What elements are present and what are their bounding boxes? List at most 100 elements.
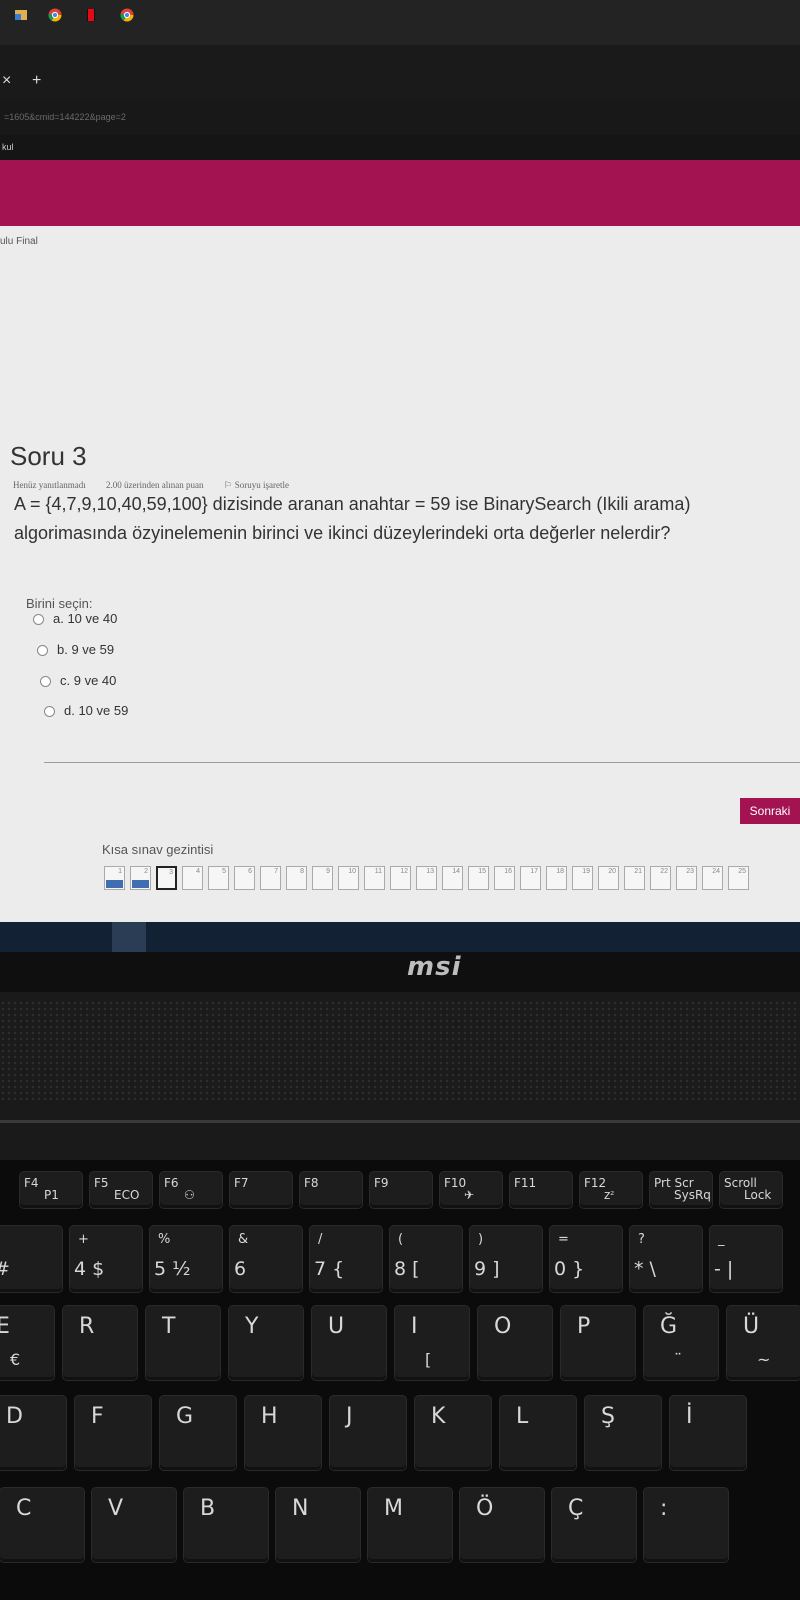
letter-key-u[interactable]: U: [312, 1306, 386, 1380]
question-status: Henüz yanıtlanmadı: [13, 480, 86, 490]
letter-key-g[interactable]: G: [160, 1396, 236, 1470]
key-f8[interactable]: F8: [300, 1172, 362, 1208]
answer-option-c[interactable]: c. 9 ve 40: [40, 673, 116, 688]
flag-question-link[interactable]: ⚐ Soruyu işaretle: [224, 480, 307, 490]
radio-button[interactable]: [44, 706, 55, 718]
key-f5[interactable]: F5 ECO: [90, 1172, 152, 1208]
quiz-nav-button-2[interactable]: 2: [130, 866, 151, 890]
address-bar[interactable]: =1605&cmid=144222&page=2: [0, 100, 800, 135]
letter-key-k[interactable]: K: [415, 1396, 491, 1470]
key-label: E: [0, 1314, 10, 1339]
letter-key-v[interactable]: V: [92, 1488, 176, 1562]
radio-button[interactable]: [40, 676, 51, 688]
quiz-nav-button-9[interactable]: 9: [312, 866, 333, 890]
letter-key-e[interactable]: E €: [0, 1306, 54, 1380]
quiz-nav-button-16[interactable]: 16: [494, 866, 515, 890]
quiz-nav-button-25[interactable]: 25: [728, 866, 749, 890]
quiz-nav-button-24[interactable]: 24: [702, 866, 723, 890]
quiz-nav-button-1[interactable]: 1: [104, 866, 125, 890]
letter-key-:[interactable]: :: [644, 1488, 728, 1562]
radio-button[interactable]: [33, 614, 44, 626]
letter-key-d[interactable]: D: [0, 1396, 66, 1470]
breadcrumb[interactable]: ulu Final: [0, 236, 38, 247]
key-f12[interactable]: F12 zᶻ: [580, 1172, 642, 1208]
chrome-icon[interactable]: [120, 8, 134, 22]
letter-key-c[interactable]: C: [0, 1488, 84, 1562]
next-button[interactable]: Sonraki: [740, 798, 800, 824]
letter-key-y[interactable]: Y: [229, 1306, 303, 1380]
answer-option-d[interactable]: d. 10 ve 59: [44, 703, 128, 718]
quiz-nav-button-21[interactable]: 21: [624, 866, 645, 890]
quiz-nav-button-23[interactable]: 23: [676, 866, 697, 890]
letter-key-b[interactable]: B: [184, 1488, 268, 1562]
quiz-nav-button-14[interactable]: 14: [442, 866, 463, 890]
letter-key-f[interactable]: F: [75, 1396, 151, 1470]
number-key[interactable]: +4 $: [70, 1226, 142, 1292]
key-shift-label: =: [558, 1232, 569, 1247]
number-key[interactable]: _ - |: [710, 1226, 782, 1292]
quiz-nav-button-15[interactable]: 15: [468, 866, 489, 890]
quiz-nav-button-3[interactable]: 3: [156, 866, 177, 890]
number-key[interactable]: ? * \: [630, 1226, 702, 1292]
netflix-icon[interactable]: [84, 8, 98, 22]
quiz-nav-button-11[interactable]: 11: [364, 866, 385, 890]
taskbar-active-app[interactable]: [112, 922, 146, 952]
quiz-nav-button-13[interactable]: 13: [416, 866, 437, 890]
quiz-nav-button-22[interactable]: 22: [650, 866, 671, 890]
quiz-nav-button-8[interactable]: 8: [286, 866, 307, 890]
quiz-nav-button-6[interactable]: 6: [234, 866, 255, 890]
number-key[interactable]: / 7 {: [310, 1226, 382, 1292]
letter-key-ğ[interactable]: Ğ ¨: [644, 1306, 718, 1380]
letter-key-n[interactable]: N: [276, 1488, 360, 1562]
bookmark-item[interactable]: kul: [0, 135, 800, 160]
letter-key-l[interactable]: L: [500, 1396, 576, 1470]
quiz-nav-button-5[interactable]: 5: [208, 866, 229, 890]
key-sublabel: zᶻ: [604, 1188, 615, 1202]
radio-button[interactable]: [37, 645, 48, 657]
number-key[interactable]: % 5 ½: [150, 1226, 222, 1292]
quiz-nav-number: 3: [169, 869, 173, 876]
quiz-nav-button-4[interactable]: 4: [182, 866, 203, 890]
number-key[interactable]: (8 [: [390, 1226, 462, 1292]
letter-key-ç[interactable]: Ç: [552, 1488, 636, 1562]
quiz-nav-button-12[interactable]: 12: [390, 866, 411, 890]
key-f11[interactable]: F11: [510, 1172, 572, 1208]
new-tab-icon[interactable]: +: [32, 72, 41, 90]
letter-key-h[interactable]: H: [245, 1396, 321, 1470]
close-tab-icon[interactable]: ×: [2, 72, 11, 90]
number-key[interactable]: = 0 }: [550, 1226, 622, 1292]
key-alt-label: ¨: [674, 1350, 682, 1369]
key-prt-scr[interactable]: Prt Scr SysRq: [650, 1172, 712, 1208]
letter-key-i[interactable]: I[: [395, 1306, 469, 1380]
letter-key-ö[interactable]: Ö: [460, 1488, 544, 1562]
letter-key-ş[interactable]: Ş: [585, 1396, 661, 1470]
number-key[interactable]: & 6: [230, 1226, 302, 1292]
quiz-nav-button-18[interactable]: 18: [546, 866, 567, 890]
key-f7[interactable]: F7: [230, 1172, 292, 1208]
letter-key-i̇[interactable]: İ: [670, 1396, 746, 1470]
answer-option-a[interactable]: a. 10 ve 40: [33, 611, 117, 626]
answer-option-b[interactable]: b. 9 ve 59: [37, 642, 114, 657]
files-icon[interactable]: [14, 8, 28, 22]
letter-key-ü[interactable]: Ü ~: [727, 1306, 800, 1380]
quiz-nav-button-7[interactable]: 7: [260, 866, 281, 890]
number-key[interactable]: ) 9 ]: [470, 1226, 542, 1292]
chrome-icon[interactable]: [48, 8, 62, 22]
letter-key-j[interactable]: J: [330, 1396, 406, 1470]
quiz-nav-button-20[interactable]: 20: [598, 866, 619, 890]
letter-key-p[interactable]: P: [561, 1306, 635, 1380]
letter-key-t[interactable]: T: [146, 1306, 220, 1380]
key-f9[interactable]: F9: [370, 1172, 432, 1208]
key-scroll[interactable]: Scroll Lock: [720, 1172, 782, 1208]
key-f6[interactable]: F6 ⚇: [160, 1172, 222, 1208]
key-f10[interactable]: F10 ✈: [440, 1172, 502, 1208]
quiz-nav-button-19[interactable]: 19: [572, 866, 593, 890]
number-key[interactable]: #: [0, 1226, 62, 1292]
letter-key-r[interactable]: R: [63, 1306, 137, 1380]
key-sublabel: ✈: [464, 1188, 475, 1202]
quiz-nav-button-17[interactable]: 17: [520, 866, 541, 890]
letter-key-m[interactable]: M: [368, 1488, 452, 1562]
letter-key-o[interactable]: O: [478, 1306, 552, 1380]
quiz-nav-button-10[interactable]: 10: [338, 866, 359, 890]
key-f4[interactable]: F4 P1: [20, 1172, 82, 1208]
